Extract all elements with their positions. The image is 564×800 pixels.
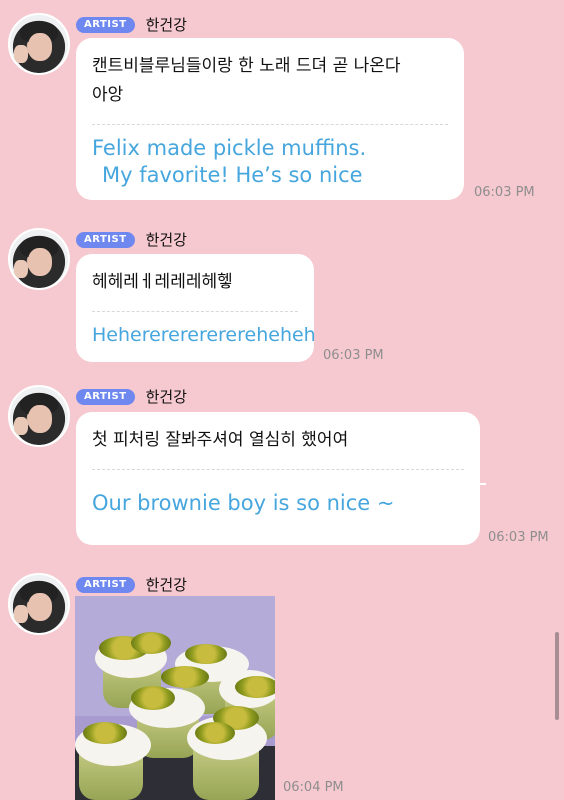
- timestamp: 06:03 PM: [488, 530, 549, 545]
- sender-name[interactable]: 한건강: [146, 574, 187, 595]
- message-header: ARTIST 한건강: [76, 229, 187, 250]
- korean-line: 헤헤레ㅔ레레레헤헿: [92, 272, 233, 292]
- artist-badge: ARTIST: [76, 388, 135, 405]
- translation-line: Heherererererereheheh: [92, 324, 316, 346]
- sender-name[interactable]: 한건강: [146, 229, 187, 250]
- translation-line: Our brownie boy is so nice ~: [92, 491, 395, 515]
- korean-text: 첫 피처링 잘봐주셔여 열심히 했어여: [92, 426, 464, 455]
- translation-line: Felix made pickle muffins.: [92, 136, 367, 160]
- timestamp: 06:04 PM: [283, 780, 344, 795]
- artist-badge: ARTIST: [76, 16, 135, 33]
- translation-text: Our brownie boy is so nice ~: [92, 490, 464, 517]
- divider: [92, 311, 298, 312]
- translation-text: Heherererererereheheh: [92, 322, 316, 349]
- korean-line: 아앙: [92, 85, 124, 105]
- artist-badge: ARTIST: [76, 231, 135, 248]
- message-bubble[interactable]: 헤헤레ㅔ레레레헤헿 Heherererererereheheh: [76, 254, 316, 362]
- timestamp: 06:03 PM: [323, 348, 384, 363]
- sender-name[interactable]: 한건강: [146, 386, 187, 407]
- translation-text: Felix made pickle muffins. My favorite! …: [92, 135, 448, 189]
- pickle-muffins-photo[interactable]: [75, 596, 275, 800]
- scrollbar[interactable]: [555, 632, 559, 720]
- avatar[interactable]: [8, 13, 70, 75]
- artist-badge: ARTIST: [76, 576, 135, 593]
- timestamp: 06:03 PM: [474, 185, 535, 200]
- korean-text: 헤헤레ㅔ레레레헤헿: [92, 268, 298, 297]
- korean-line: 캔트비블루님들이랑 한 노래 드뎌 곧 나온다: [92, 56, 401, 76]
- message-header: ARTIST 한건강: [76, 574, 187, 595]
- message-header: ARTIST 한건강: [76, 14, 187, 35]
- message-bubble[interactable]: 캔트비블루님들이랑 한 노래 드뎌 곧 나온다 아앙 Felix made pi…: [76, 38, 464, 200]
- divider: [92, 124, 448, 125]
- korean-text: 캔트비블루님들이랑 한 노래 드뎌 곧 나온다 아앙: [92, 52, 448, 110]
- korean-line: 첫 피처링 잘봐주셔여 열심히 했어여: [92, 430, 349, 450]
- divider: [92, 469, 464, 470]
- translation-line: My favorite! He’s so nice: [102, 163, 363, 187]
- scroll-indicator-tick: [479, 483, 486, 485]
- avatar[interactable]: [8, 385, 70, 447]
- avatar[interactable]: [8, 228, 70, 290]
- sender-name[interactable]: 한건강: [146, 14, 187, 35]
- message-header: ARTIST 한건강: [76, 386, 187, 407]
- message-bubble[interactable]: 첫 피처링 잘봐주셔여 열심히 했어여 Our brownie boy is s…: [76, 412, 480, 545]
- avatar[interactable]: [8, 573, 70, 635]
